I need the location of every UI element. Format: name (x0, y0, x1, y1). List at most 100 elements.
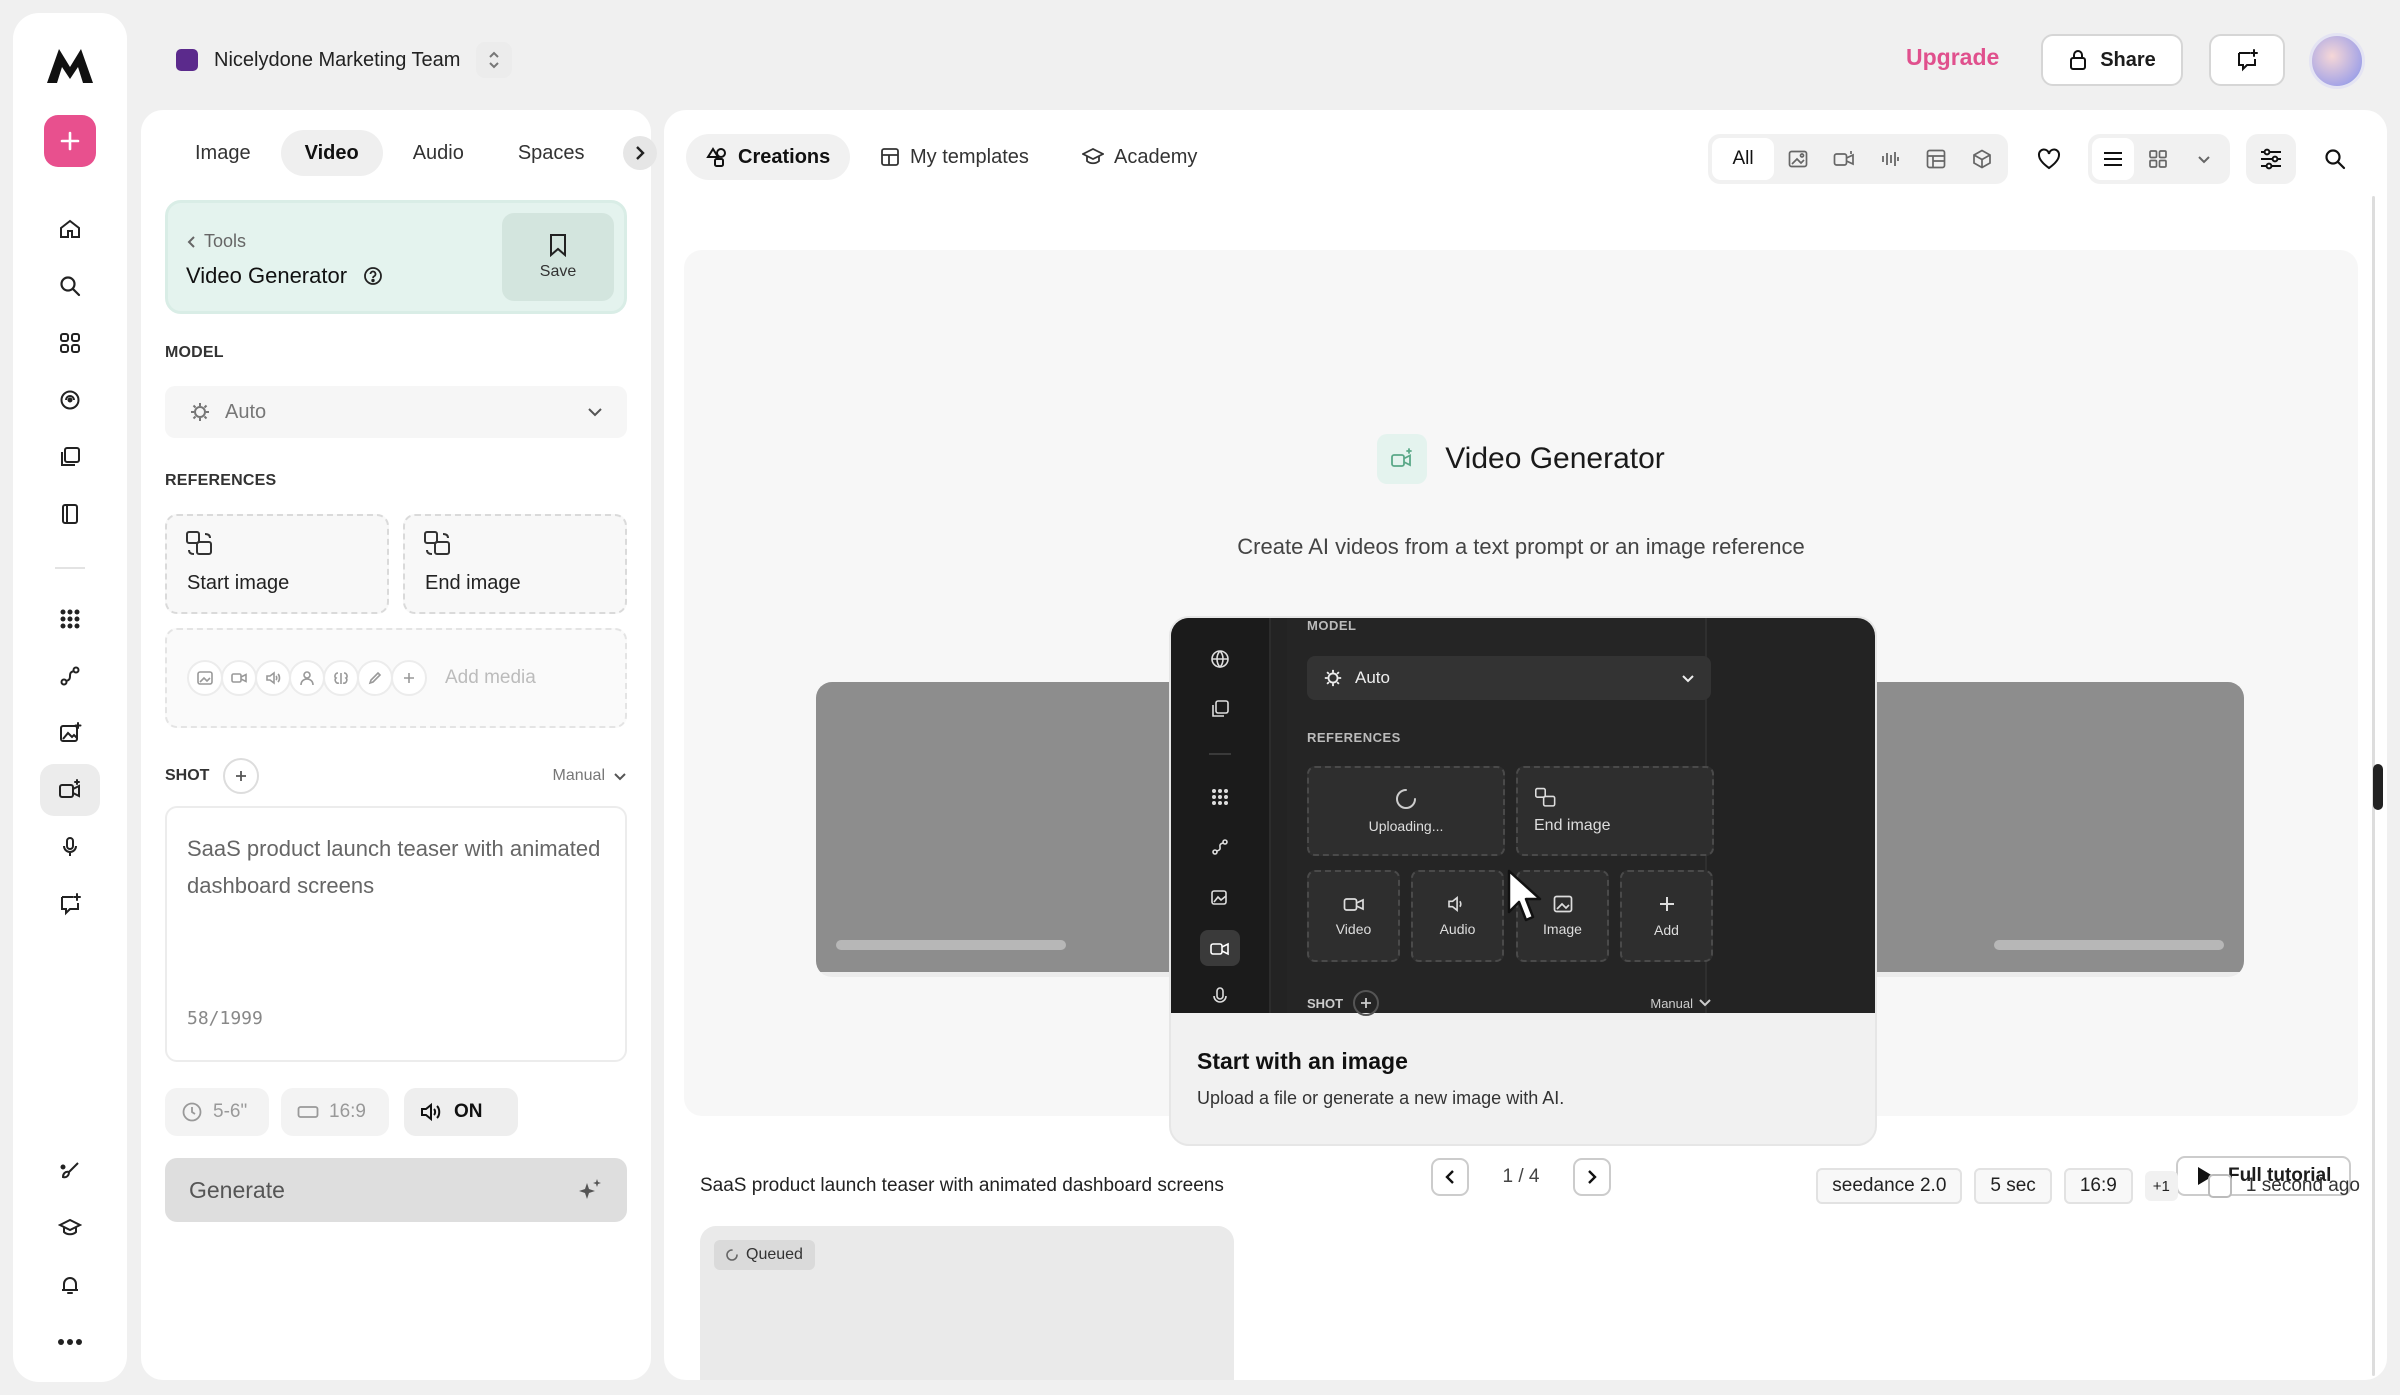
slide-screenshot: MODEL Auto REFERENCES Uploading... End i… (1171, 618, 1875, 1016)
tab-audio[interactable]: Audio (389, 130, 488, 176)
generate-button[interactable]: Generate (165, 1158, 627, 1222)
list-view-icon[interactable] (2092, 138, 2134, 180)
brain-icon[interactable] (323, 660, 359, 696)
workspace-switcher[interactable]: Nicelydone Marketing Team (176, 42, 513, 78)
explore-icon[interactable] (40, 374, 100, 426)
model-value: Auto (225, 400, 267, 423)
gallery-icon (1205, 694, 1235, 724)
model-select[interactable]: Auto (165, 386, 627, 438)
add-media-placeholder: Add media (445, 667, 536, 688)
save-button[interactable]: Save (502, 213, 614, 301)
end-image-label: End image (425, 572, 521, 594)
search-button[interactable] (2310, 134, 2360, 184)
chevron-down-icon (614, 772, 626, 780)
tab-spaces[interactable]: Spaces (494, 130, 609, 176)
duration-value: 5-6" (213, 1101, 248, 1122)
new-button[interactable] (44, 115, 96, 167)
audio-icon[interactable] (1868, 138, 1912, 180)
chevron-right-icon[interactable] (622, 136, 657, 170)
favorites-button[interactable] (2024, 134, 2074, 184)
chevron-down-icon[interactable] (2182, 138, 2226, 180)
spinner-icon (1396, 789, 1416, 809)
gallery-icon[interactable] (40, 431, 100, 483)
slide-uploading-card: Uploading... (1307, 766, 1505, 856)
share-button[interactable]: Share (2041, 34, 2183, 86)
plus-icon (1353, 990, 1380, 1016)
microphone-icon[interactable] (40, 821, 100, 873)
video-icon[interactable] (221, 660, 257, 696)
audio-icon[interactable] (255, 660, 291, 696)
image-icon[interactable] (187, 660, 223, 696)
apps-icon[interactable] (40, 317, 100, 369)
tab-video[interactable]: Video (280, 130, 383, 176)
start-image-slot[interactable]: Start image (165, 514, 389, 614)
shot-mode-select[interactable]: Manual (553, 767, 627, 785)
pencil-icon[interactable] (357, 660, 393, 696)
generation-card[interactable]: Queued (700, 1226, 1234, 1380)
template-icon (881, 148, 899, 166)
plus-icon (1659, 897, 1674, 911)
bell-icon[interactable] (40, 1259, 100, 1311)
video-icon[interactable] (1822, 138, 1866, 180)
model-tag: seedance 2.0 (1816, 1168, 1963, 1204)
image-generator-icon[interactable] (40, 707, 100, 759)
more-icon[interactable] (40, 1316, 100, 1368)
logo-icon[interactable] (40, 39, 100, 91)
tab-creations-label: Creations (738, 145, 831, 168)
add-shot-button[interactable] (223, 758, 260, 794)
video-generator-icon[interactable] (40, 764, 100, 816)
filter-all[interactable]: All (1712, 138, 1774, 180)
duration-select[interactable]: 5-6" (165, 1088, 269, 1136)
tab-creations[interactable]: Creations (686, 134, 851, 180)
view-toggle (2088, 134, 2230, 184)
home-icon[interactable] (40, 203, 100, 255)
tool-title: Video Generator (186, 263, 348, 288)
aspect-ratio-icon (297, 1106, 319, 1118)
grid-view-icon[interactable] (2136, 138, 2180, 180)
help-icon[interactable] (363, 266, 383, 286)
image-icon[interactable] (1776, 138, 1820, 180)
more-tags-badge[interactable]: +1 (2144, 1171, 2178, 1201)
chat-add-icon[interactable] (40, 878, 100, 930)
person-icon[interactable] (289, 660, 325, 696)
cube-icon[interactable] (1960, 138, 2004, 180)
tab-academy[interactable]: Academy (1062, 134, 1217, 180)
plus-icon[interactable] (391, 660, 427, 696)
avatar[interactable] (2309, 33, 2365, 89)
bookmark-icon (550, 234, 566, 257)
prompt-text[interactable]: SaaS product launch teaser with animated… (187, 830, 605, 904)
back-to-tools[interactable]: Tools (186, 231, 246, 252)
image-generator-icon (1205, 882, 1235, 912)
slide-model-value: Auto (1355, 668, 1390, 687)
search-icon[interactable] (40, 260, 100, 312)
globe-icon (1205, 644, 1235, 674)
select-checkbox[interactable] (2207, 1174, 2232, 1198)
workflow-icon[interactable] (40, 650, 100, 702)
book-icon[interactable] (40, 488, 100, 540)
plus-icon (236, 771, 247, 781)
academy-icon[interactable] (40, 1202, 100, 1254)
tab-image[interactable]: Image (171, 130, 275, 176)
scrollbar-thumb[interactable] (2373, 764, 2383, 810)
main-area: Creations My templates Academy All Video… (664, 110, 2387, 1380)
add-media-area[interactable]: Add media (165, 628, 627, 728)
grid-icon[interactable] (40, 593, 100, 645)
chevron-updown-icon[interactable] (476, 42, 513, 78)
board-icon[interactable] (1914, 138, 1958, 180)
tutorial-slide: MODEL Auto REFERENCES Uploading... End i… (1169, 616, 1877, 1146)
feedback-button[interactable] (2209, 34, 2285, 86)
generation-header: SaaS product launch teaser with animated… (700, 1168, 2360, 1204)
slide-model-label: MODEL (1307, 618, 1357, 633)
references-label: REFERENCES (165, 472, 277, 489)
aspect-select[interactable]: 16:9 (281, 1088, 389, 1136)
tab-my-templates[interactable]: My templates (860, 134, 1049, 180)
image-icon (1553, 895, 1572, 913)
upgrade-link[interactable]: Upgrade (1906, 44, 1999, 71)
prompt-textarea[interactable]: SaaS product launch teaser with animated… (165, 806, 627, 1062)
filters-button[interactable] (2246, 134, 2296, 184)
audio-toggle[interactable]: ON (404, 1088, 518, 1136)
brush-icon[interactable] (40, 1145, 100, 1197)
slide-shot-mode: Manual (1650, 995, 1693, 1011)
end-image-slot[interactable]: End image (403, 514, 627, 614)
slide-title: Start with an image (1197, 1048, 1408, 1074)
